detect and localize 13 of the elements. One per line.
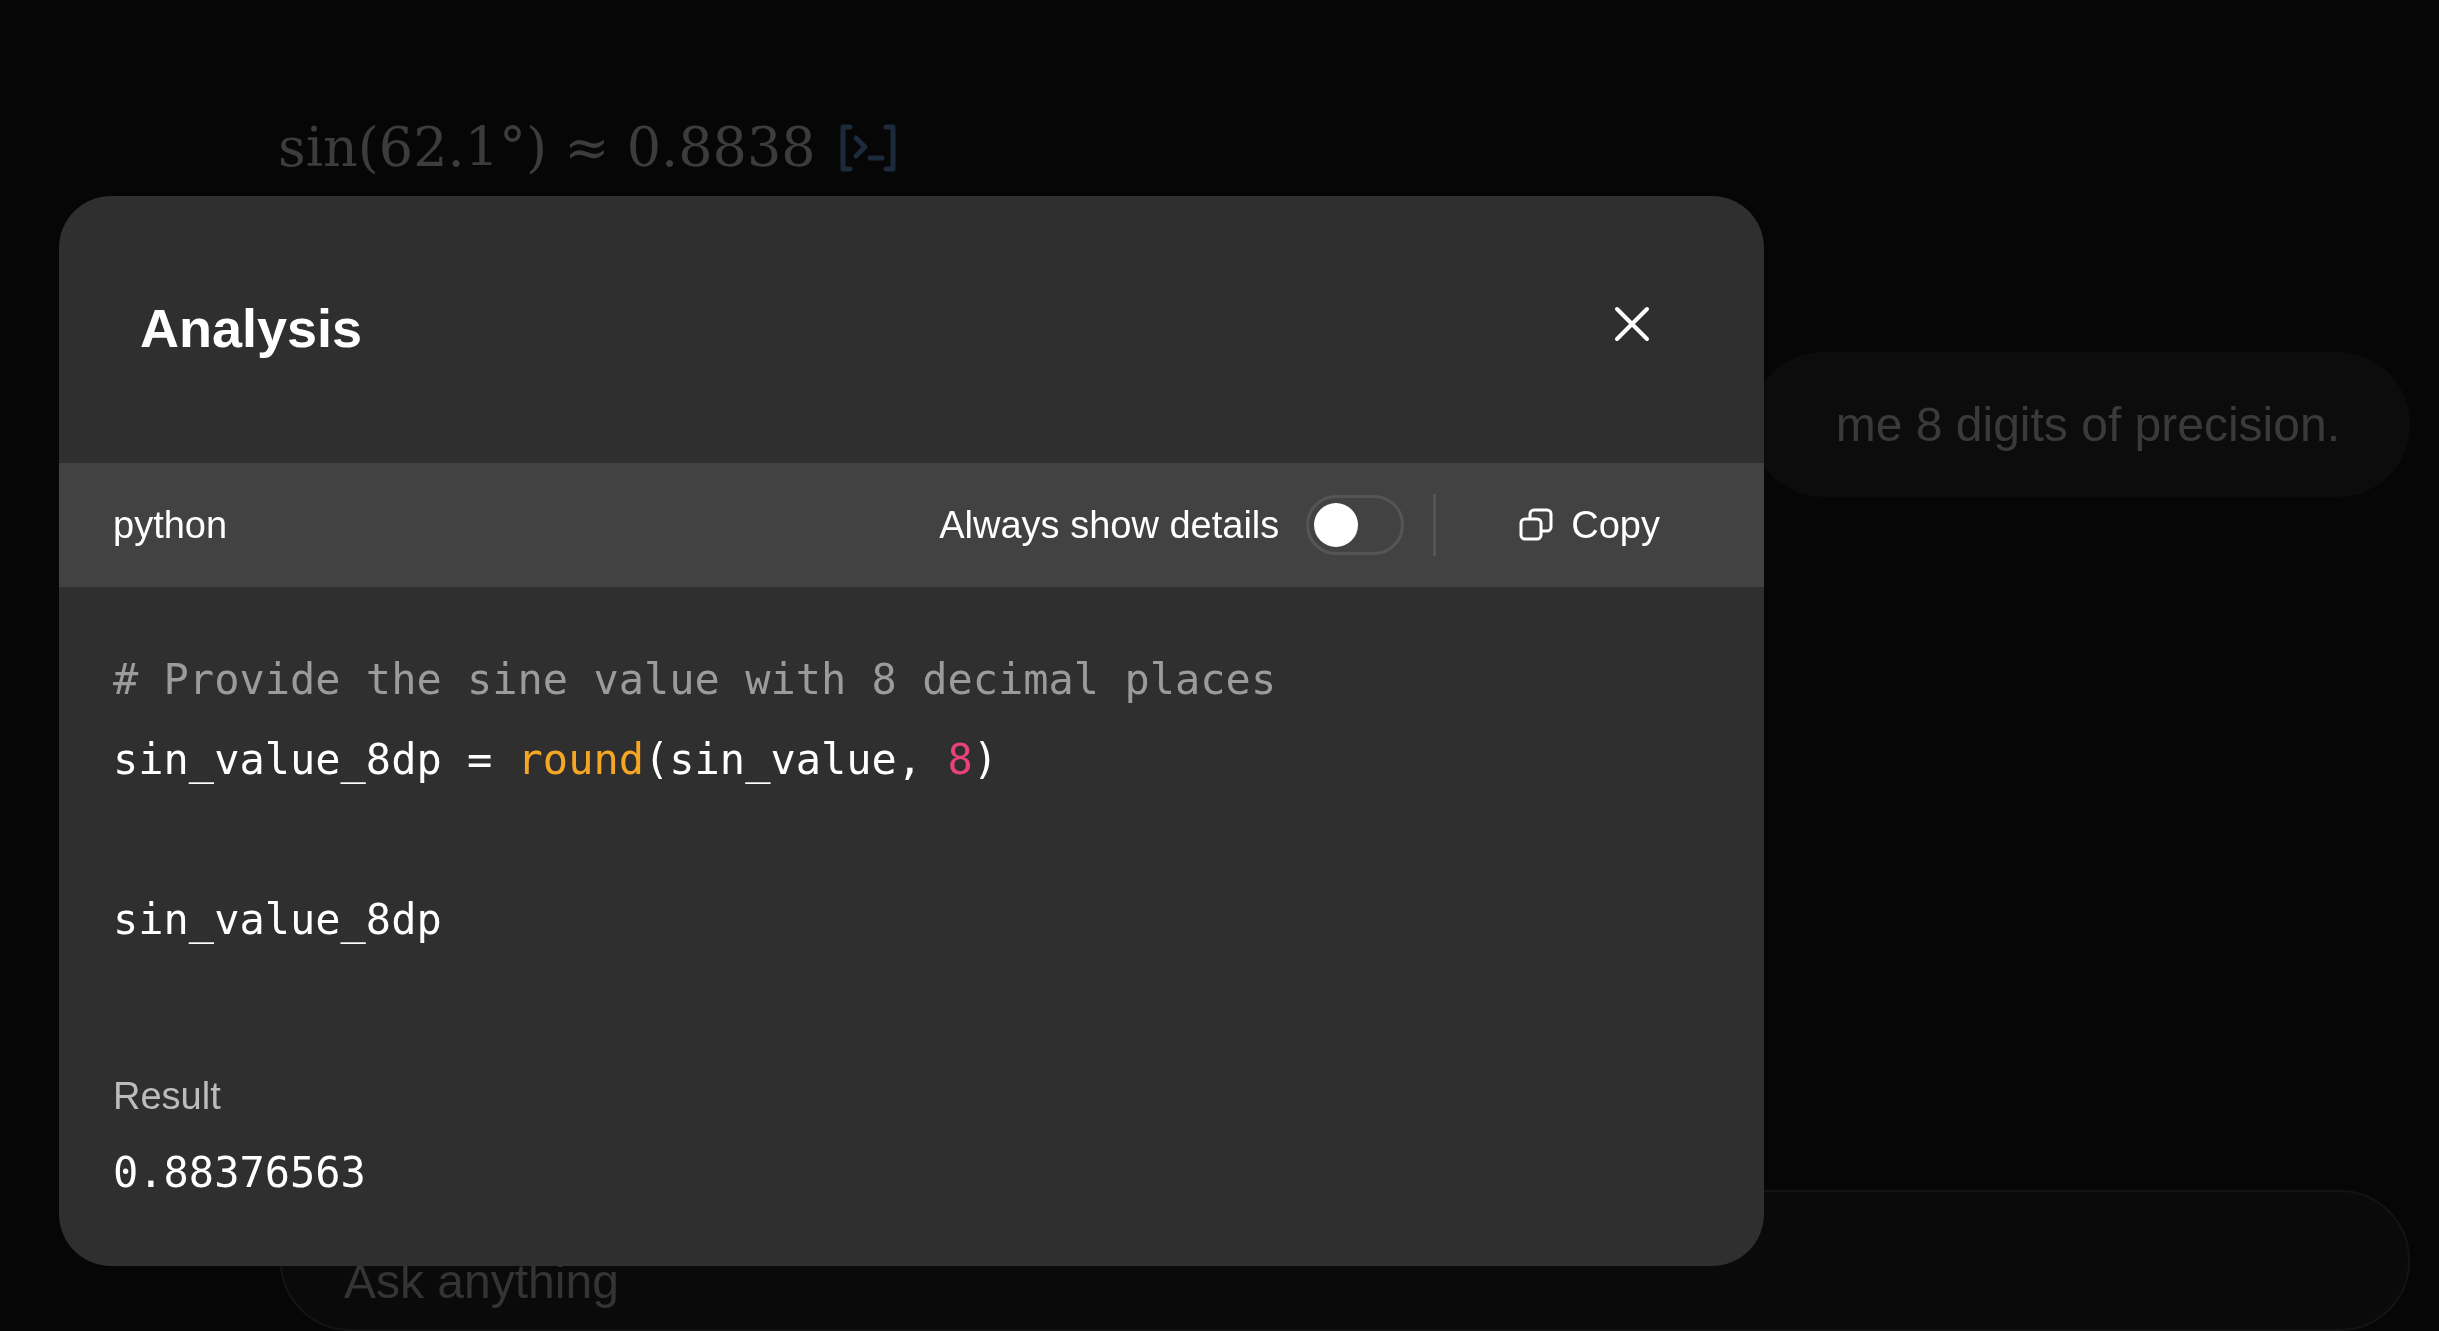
result-label: Result: [113, 1074, 222, 1119]
language-label: python: [113, 503, 229, 547]
copy-button[interactable]: Copy: [1519, 503, 1660, 547]
code-line: sin_value_8dp = round(sin_value, 8): [113, 734, 1000, 786]
copy-icon: [1519, 508, 1554, 542]
close-button[interactable]: [1614, 305, 1650, 342]
dialog-title: Analysis: [140, 296, 363, 359]
details-toggle[interactable]: [1306, 495, 1405, 555]
code-line: # Provide the sine value with 8 decimal places: [113, 654, 1278, 706]
close-icon: [1614, 305, 1650, 342]
toggle-label: Always show details: [939, 503, 1280, 547]
code-line: sin_value_8dp: [113, 894, 443, 946]
result-value: 0.88376563: [113, 1147, 367, 1199]
